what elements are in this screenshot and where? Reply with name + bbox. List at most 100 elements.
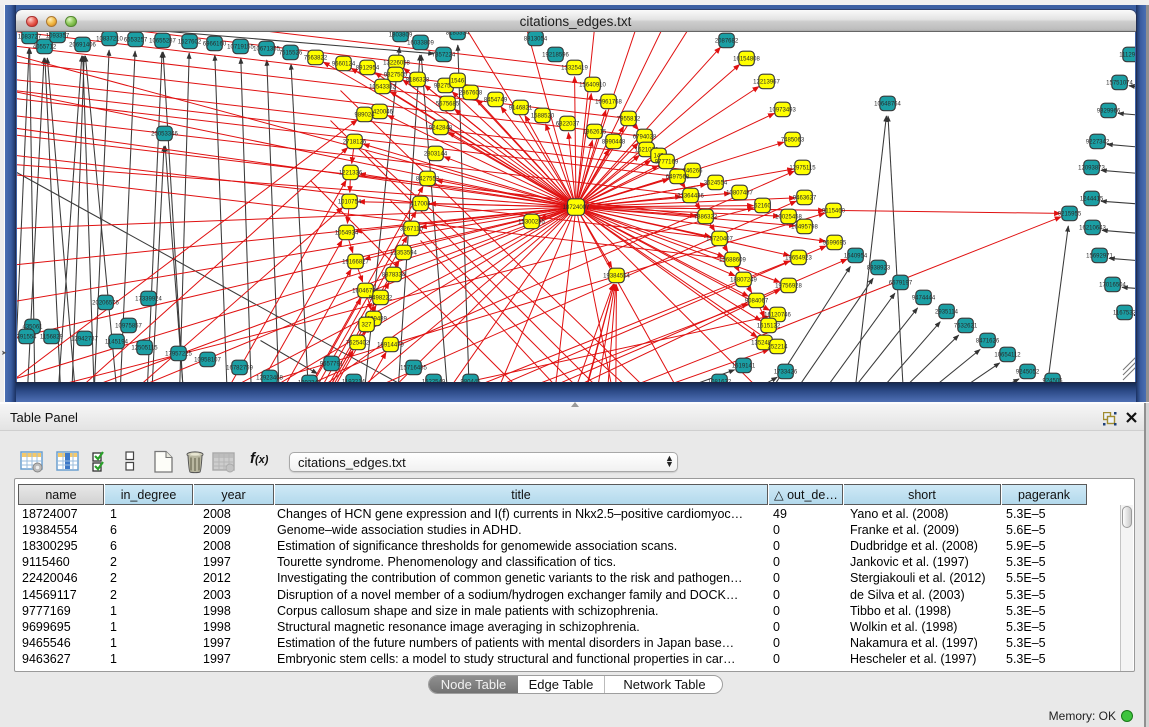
svg-text:2935114: 2935114	[935, 309, 959, 315]
svg-text:2803144: 2803144	[423, 151, 447, 157]
svg-text:19166827: 19166827	[342, 259, 369, 265]
svg-text:7632621: 7632621	[953, 323, 977, 329]
svg-text:10655287: 10655287	[149, 38, 176, 44]
svg-text:17016504: 17016504	[1099, 282, 1126, 288]
svg-text:21364436: 21364436	[677, 193, 704, 199]
svg-text:10543382: 10543382	[369, 84, 396, 90]
svg-text:1615132: 1615132	[756, 323, 780, 329]
svg-text:2867608: 2867608	[458, 90, 482, 96]
svg-text:9463627: 9463627	[792, 195, 816, 201]
svg-text:18807249: 18807249	[730, 277, 757, 283]
svg-text:1093357: 1093357	[45, 33, 69, 39]
svg-text:924505: 924505	[1042, 378, 1063, 381]
svg-text:10958107: 10958107	[194, 357, 221, 363]
svg-text:15640910: 15640910	[579, 82, 606, 88]
svg-text:1156829: 1156829	[40, 334, 64, 340]
svg-text:1546: 1546	[450, 78, 464, 84]
svg-text:9115460: 9115460	[822, 208, 846, 214]
svg-text:9227342: 9227342	[1085, 139, 1109, 145]
svg-text:12505115: 12505115	[131, 345, 158, 351]
svg-text:9146821: 9146821	[508, 105, 532, 111]
svg-text:9329966: 9329966	[1096, 108, 1120, 114]
svg-text:9245052: 9245052	[1015, 369, 1039, 375]
svg-text:20206576: 20206576	[92, 300, 119, 306]
svg-text:8990448: 8990448	[601, 139, 625, 145]
svg-text:3267110: 3267110	[400, 226, 424, 232]
svg-text:17339924: 17339924	[135, 296, 162, 302]
svg-text:1292346: 1292346	[297, 380, 321, 381]
svg-text:7485063: 7485063	[780, 137, 804, 143]
svg-text:9242848: 9242848	[428, 125, 452, 131]
svg-text:1362615: 1362615	[582, 129, 606, 135]
svg-text:15300235: 15300235	[518, 219, 545, 225]
svg-text:5675685: 5675685	[435, 101, 459, 107]
svg-text:391554: 391554	[17, 334, 37, 340]
svg-text:1221336: 1221336	[338, 170, 362, 176]
svg-text:12093873: 12093873	[1078, 165, 1105, 171]
svg-text:10975857: 10975857	[115, 323, 142, 329]
svg-text:10654112: 10654112	[994, 352, 1021, 358]
svg-text:10688609: 10688609	[719, 257, 746, 263]
svg-text:12942737: 12942737	[71, 336, 98, 342]
svg-text:6966160: 6966160	[202, 41, 226, 47]
svg-text:12975115: 12975115	[789, 165, 816, 171]
svg-text:1054934: 1054934	[334, 230, 358, 236]
svg-text:6553257: 6553257	[123, 37, 147, 43]
svg-text:1193214: 1193214	[342, 379, 366, 381]
svg-text:7357224: 7357224	[431, 52, 455, 58]
svg-text:7515526: 7515526	[278, 50, 302, 56]
svg-text:5498222: 5498222	[368, 295, 392, 301]
svg-text:9327505: 9327505	[383, 72, 407, 78]
svg-text:3624554: 3624554	[703, 180, 727, 186]
svg-text:17957225: 17957225	[165, 351, 192, 357]
svg-text:989024: 989024	[354, 112, 375, 118]
svg-text:16782759: 16782759	[226, 365, 253, 371]
svg-text:1522549: 1522549	[421, 379, 445, 381]
svg-text:1588520: 1588520	[530, 113, 554, 119]
svg-text:9215955: 9215955	[1057, 211, 1081, 217]
svg-text:12353594: 12353594	[390, 250, 417, 256]
svg-text:7663822: 7663822	[303, 55, 327, 61]
svg-text:10837210: 10837210	[96, 36, 123, 42]
svg-text:8454749: 8454749	[483, 97, 507, 103]
svg-text:1081632: 1081632	[707, 379, 731, 381]
svg-text:252214: 252214	[767, 344, 788, 350]
svg-text:15720407: 15720407	[706, 236, 733, 242]
svg-text:327: 327	[361, 322, 372, 328]
svg-text:7955812: 7955812	[616, 116, 640, 122]
svg-text:8471626: 8471626	[975, 338, 999, 344]
svg-text:16210643: 16210643	[1079, 225, 1106, 231]
svg-text:1244415: 1244415	[1079, 196, 1103, 202]
svg-text:8938923: 8938923	[866, 265, 890, 271]
svg-text:16495798: 16495798	[791, 224, 818, 230]
svg-text:12213967: 12213967	[753, 79, 780, 85]
svg-text:9084067: 9084067	[744, 298, 768, 304]
svg-text:10719155: 10719155	[227, 44, 254, 50]
svg-text:1527602: 1527602	[177, 39, 201, 45]
svg-text:1145194: 1145194	[105, 339, 129, 345]
svg-text:7625402: 7625402	[345, 340, 369, 346]
svg-text:10961768: 10961768	[595, 99, 622, 105]
svg-text:2718126: 2718126	[342, 139, 366, 145]
svg-text:9699695: 9699695	[822, 240, 846, 246]
svg-text:19218596: 19218596	[542, 52, 569, 58]
svg-text:20691406: 20691406	[69, 42, 96, 48]
svg-text:16914479: 16914479	[377, 342, 404, 348]
svg-text:1640954: 1640954	[843, 253, 867, 259]
svg-text:8912954: 8912954	[355, 65, 379, 71]
svg-text:10648764: 10648764	[874, 101, 901, 107]
svg-text:2087682: 2087682	[714, 38, 738, 44]
svg-text:15751074: 15751074	[1106, 80, 1133, 86]
svg-text:19654923: 19654923	[785, 255, 812, 261]
svg-text:12923468: 12923468	[256, 375, 283, 381]
svg-text:1733426: 1733426	[773, 369, 797, 375]
svg-text:10973493: 10973493	[769, 107, 796, 113]
svg-text:7386322: 7386322	[693, 214, 717, 220]
svg-text:1112986: 1112986	[1119, 52, 1135, 58]
svg-text:9657791: 9657791	[319, 361, 343, 367]
svg-text:20053346: 20053346	[151, 131, 178, 137]
svg-text:1167533: 1167533	[1113, 310, 1135, 316]
svg-text:10671355: 10671355	[253, 46, 280, 52]
svg-text:18724007: 18724007	[562, 205, 589, 211]
svg-text:8878334: 8878334	[381, 272, 405, 278]
